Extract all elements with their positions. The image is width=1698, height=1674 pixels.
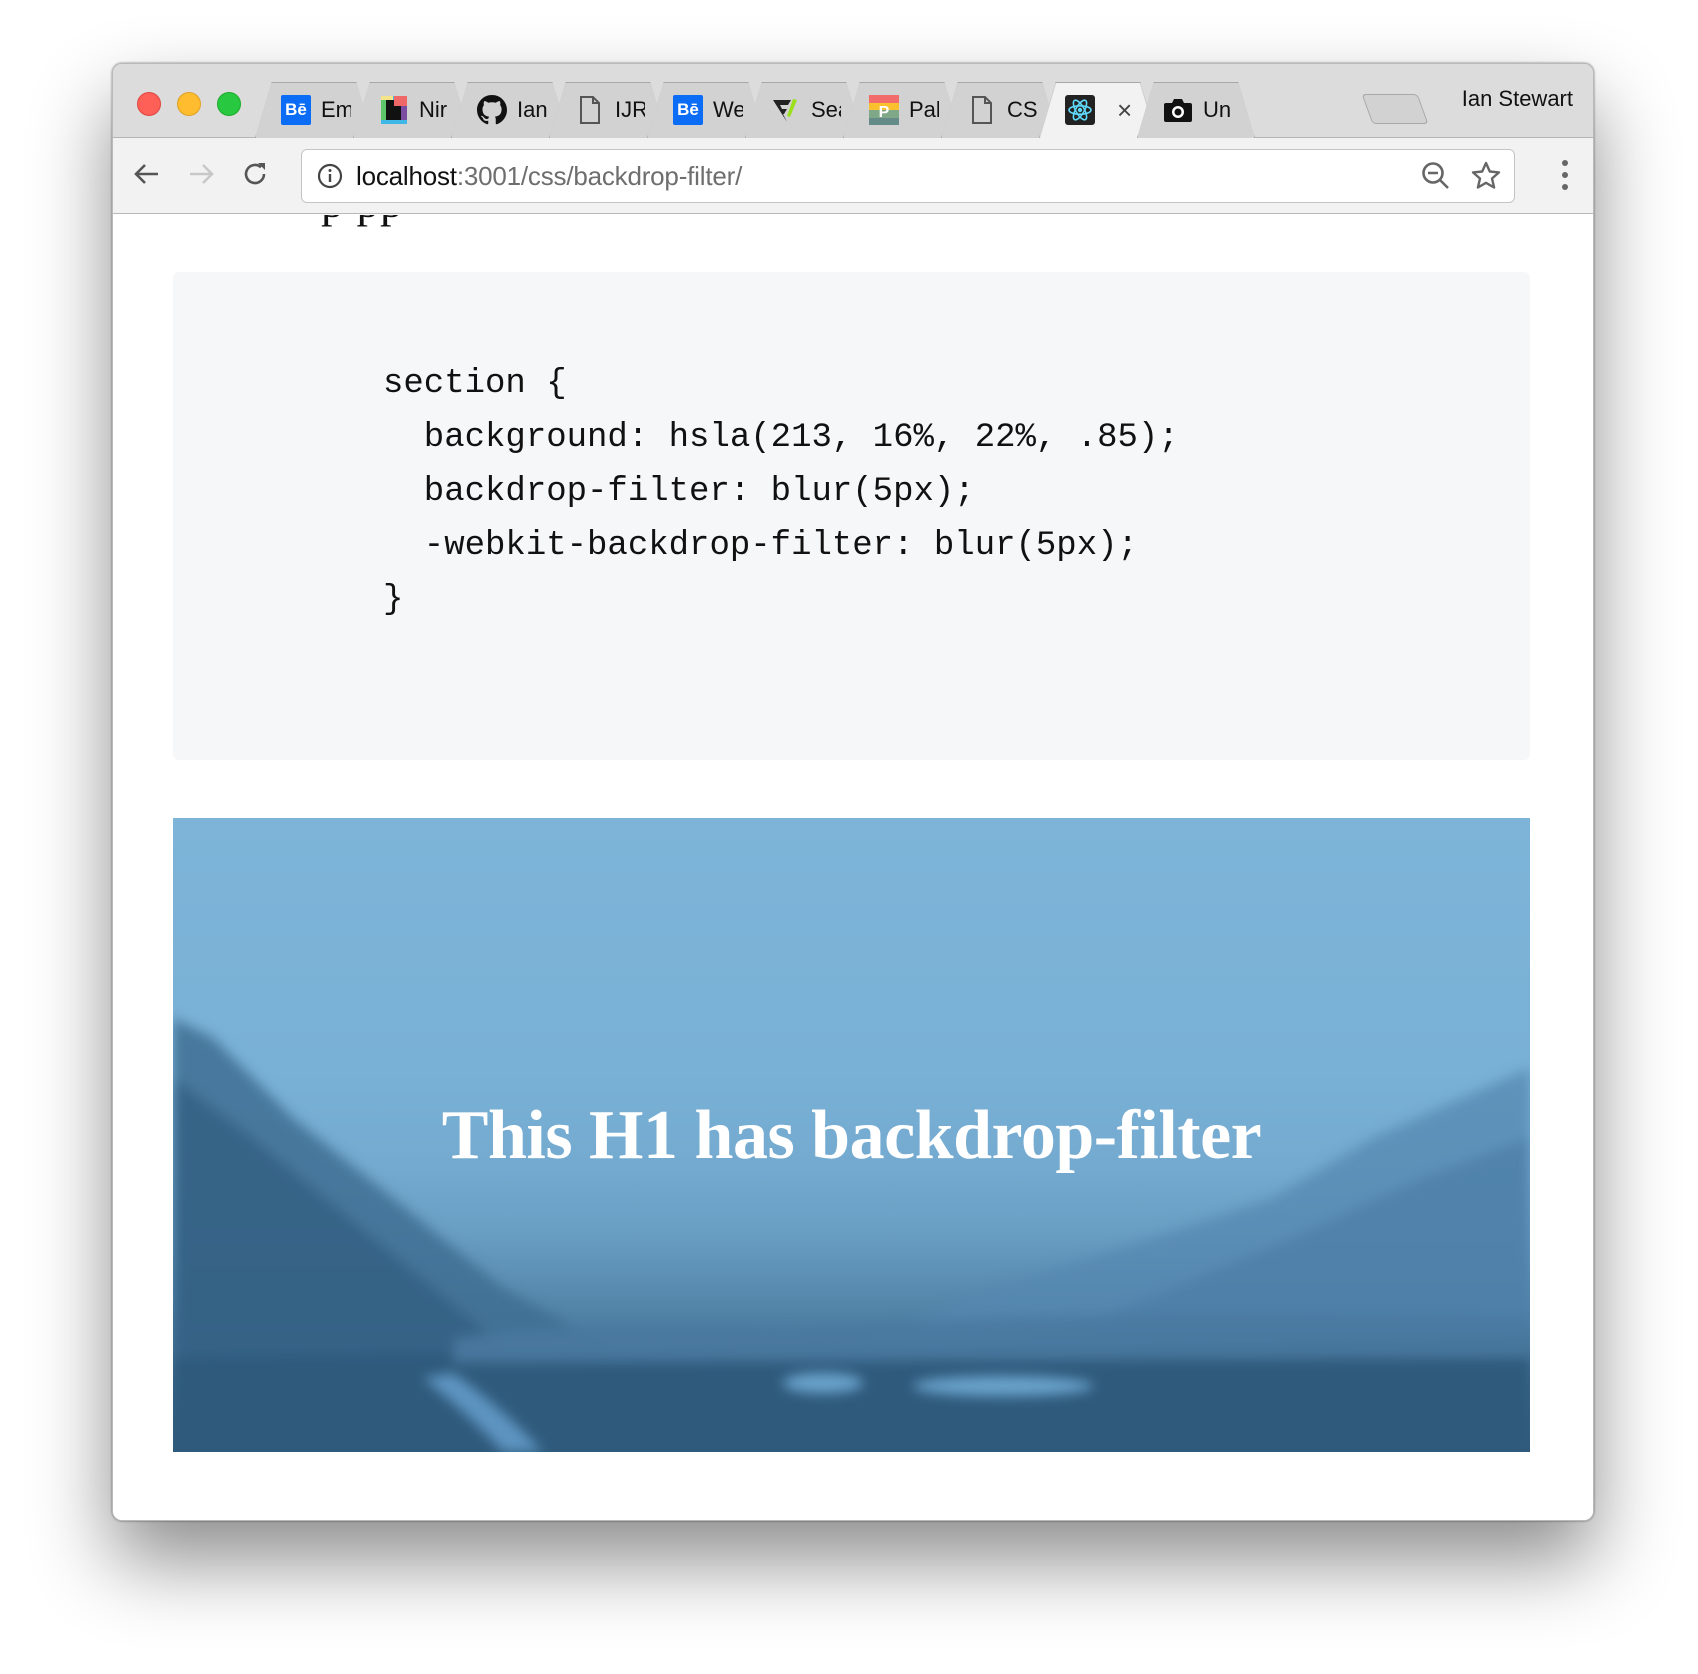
tab-label: CS: [1007, 97, 1037, 122]
forward-button[interactable]: [183, 156, 219, 192]
code-line: -webkit-backdrop-filter: blur(5px);: [383, 527, 1138, 565]
code-snippet: section { background: hsla(213, 16%, 22%…: [383, 357, 1179, 627]
behance-icon: Bē: [281, 95, 311, 125]
tab-label: Un: [1203, 97, 1232, 122]
tab-label: Nir: [419, 97, 448, 122]
feedly-icon: [771, 95, 801, 125]
code-line: section {: [383, 365, 567, 403]
code-block: section { background: hsla(213, 16%, 22%…: [173, 272, 1530, 760]
profile-name[interactable]: Ian Stewart: [1462, 86, 1573, 112]
arrow-right-icon: [190, 164, 214, 184]
tab-label: Pal: [909, 97, 939, 122]
tab-unsplash[interactable]: Un: [1137, 82, 1255, 138]
address-bar[interactable]: localhost:3001/css/backdrop-filter/: [301, 149, 1515, 203]
hero-heading: This H1 has backdrop-filter: [441, 1097, 1262, 1174]
svg-text:P: P: [879, 104, 890, 121]
code-line: backdrop-filter: blur(5px);: [383, 473, 975, 511]
back-button[interactable]: [129, 156, 165, 192]
tab-close-icon[interactable]: ×: [1117, 95, 1132, 126]
github-icon: [477, 95, 507, 125]
browser-toolbar: localhost:3001/css/backdrop-filter/: [113, 138, 1593, 214]
bookmark-star-icon[interactable]: [1470, 160, 1502, 192]
browser-window: Bē Em Nir Ian IJR Bē We Se P Pal CS × Un…: [112, 63, 1594, 1521]
code-line: background: hsla(213, 16%, 22%, .85);: [383, 419, 1179, 457]
behance-icon: Bē: [673, 95, 703, 125]
page-content: p pp section { background: hsla(213, 16%…: [113, 215, 1593, 1520]
info-icon[interactable]: [316, 162, 344, 190]
tab-label: IJR: [615, 97, 645, 122]
title-bar: Bē Em Nir Ian IJR Bē We Se P Pal CS × Un…: [113, 64, 1593, 138]
hero-image-section: This H1 has backdrop-filter: [173, 818, 1530, 1452]
reload-button[interactable]: [237, 156, 273, 192]
react-icon: [1065, 95, 1095, 125]
palette-icon: P: [869, 95, 899, 125]
nirvana-app-icon: [379, 95, 409, 125]
code-line: }: [383, 581, 404, 619]
url-text[interactable]: localhost:3001/css/backdrop-filter/: [356, 161, 742, 192]
document-icon: [575, 95, 605, 125]
more-menu-icon[interactable]: [1555, 156, 1575, 196]
maximize-window-button[interactable]: [217, 92, 241, 116]
close-window-button[interactable]: [137, 92, 161, 116]
url-host: localhost: [356, 160, 457, 191]
zoom-out-icon[interactable]: [1420, 160, 1452, 192]
document-icon: [967, 95, 997, 125]
tab-label: Em: [321, 97, 351, 122]
minimize-window-button[interactable]: [177, 92, 201, 116]
scrolled-paragraph-fragment: p pp: [321, 215, 404, 228]
url-path: :3001/css/backdrop-filter/: [456, 160, 743, 191]
reload-icon: [244, 163, 266, 185]
tab-label: Sea: [811, 97, 841, 122]
tab-label: We: [713, 97, 743, 122]
arrow-left-icon: [134, 164, 158, 184]
camera-icon: [1163, 95, 1193, 125]
tab-label: Ian: [517, 97, 547, 122]
new-tab-button[interactable]: [1361, 94, 1429, 124]
